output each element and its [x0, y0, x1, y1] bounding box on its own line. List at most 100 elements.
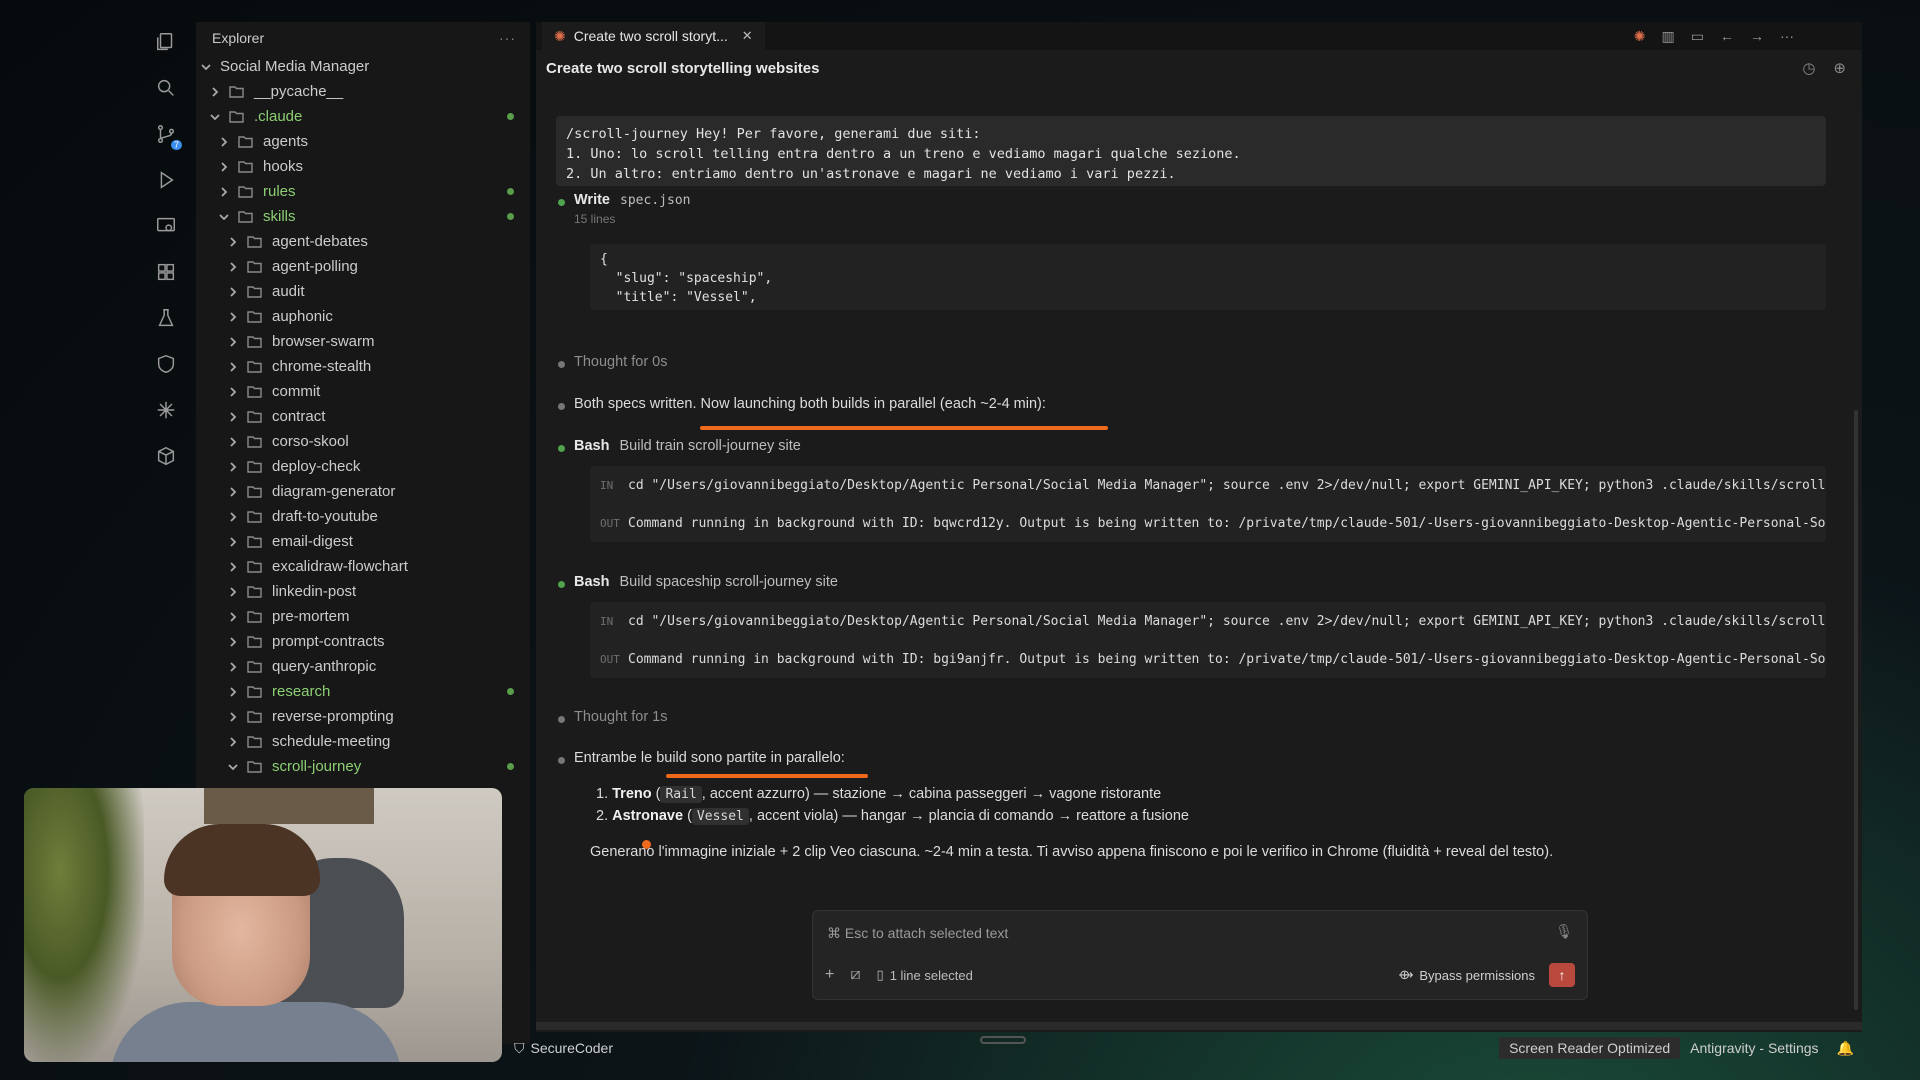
bypass-permissions-toggle[interactable]: ⟴ Bypass permissions — [1398, 967, 1535, 983]
tree-item[interactable]: agents — [196, 129, 530, 154]
chevron-right-icon[interactable] — [227, 536, 239, 548]
tree-item[interactable]: commit — [196, 379, 530, 404]
new-chat-icon[interactable]: ⊕ — [1833, 59, 1846, 77]
chevron-right-icon[interactable] — [227, 411, 239, 423]
tree-item[interactable]: schedule-meeting — [196, 729, 530, 754]
chevron-right-icon[interactable] — [227, 736, 239, 748]
chevron-right-icon[interactable] — [227, 361, 239, 373]
package-icon[interactable] — [154, 444, 178, 468]
tool-file: spec.json — [620, 193, 691, 208]
chevron-right-icon[interactable] — [227, 436, 239, 448]
chevron-right-icon[interactable] — [227, 386, 239, 398]
chevron-right-icon[interactable] — [227, 236, 239, 248]
back-icon[interactable]: ← — [1720, 28, 1734, 44]
tree-item[interactable]: contract — [196, 404, 530, 429]
chevron-right-icon[interactable] — [227, 336, 239, 348]
chevron-right-icon[interactable] — [227, 636, 239, 648]
forward-icon[interactable]: → — [1750, 28, 1764, 44]
explorer-header: Explorer ··· — [196, 22, 530, 54]
tree-item[interactable]: linkedin-post — [196, 579, 530, 604]
chevron-right-icon[interactable] — [209, 86, 221, 98]
chevron-right-icon[interactable] — [227, 486, 239, 498]
more-icon[interactable]: ··· — [1780, 28, 1794, 44]
screen-reader-status[interactable]: Screen Reader Optimized — [1499, 1037, 1681, 1059]
chevron-right-icon[interactable] — [218, 186, 230, 198]
tree-item[interactable]: skills — [196, 204, 530, 229]
tree-item[interactable]: email-digest — [196, 529, 530, 554]
split-editor-icon[interactable]: ▥ — [1662, 28, 1675, 45]
search-icon[interactable] — [154, 76, 178, 100]
chevron-right-icon[interactable] — [227, 611, 239, 623]
tree-item[interactable]: audit — [196, 279, 530, 304]
tree-item[interactable]: diagram-generator — [196, 479, 530, 504]
tree-item[interactable]: query-anthropic — [196, 654, 530, 679]
tree-item[interactable]: Social Media Manager — [196, 54, 530, 79]
files-icon[interactable] — [154, 30, 178, 54]
tree-item[interactable]: agent-polling — [196, 254, 530, 279]
microphone-icon[interactable]: 🎙 — [1555, 923, 1573, 940]
chevron-right-icon[interactable] — [227, 661, 239, 673]
bell-icon[interactable]: 🔔 — [1829, 1037, 1862, 1060]
tree-item[interactable]: rules — [196, 179, 530, 204]
chevron-down-icon[interactable] — [227, 761, 239, 773]
tree-item[interactable]: excalidraw-flowchart — [196, 554, 530, 579]
tree-item[interactable]: hooks — [196, 154, 530, 179]
run-debug-icon[interactable] — [154, 168, 178, 192]
layout-icon[interactable]: ▭ — [1691, 28, 1704, 45]
claude-spark-icon[interactable]: ✺ — [1634, 28, 1646, 45]
folder-icon — [247, 410, 262, 423]
thought-step[interactable]: Thought for 0s — [558, 354, 668, 370]
thought-step[interactable]: Thought for 1s — [558, 709, 668, 725]
tree-item[interactable]: chrome-stealth — [196, 354, 530, 379]
close-tab-icon[interactable]: ✕ — [742, 28, 753, 44]
chevron-right-icon[interactable] — [218, 161, 230, 173]
horizontal-scrollbar[interactable] — [536, 1022, 1862, 1030]
tree-item[interactable]: pre-mortem — [196, 604, 530, 629]
remote-explorer-icon[interactable] — [154, 214, 178, 238]
chevron-down-icon[interactable] — [200, 61, 212, 73]
chevron-right-icon[interactable] — [227, 686, 239, 698]
extensions-icon[interactable] — [154, 260, 178, 284]
more-actions-icon[interactable]: ··· — [499, 30, 516, 46]
folder-icon — [247, 610, 262, 623]
history-icon[interactable]: ◷ — [1802, 59, 1815, 77]
tree-item[interactable]: reverse-prompting — [196, 704, 530, 729]
chat-input[interactable] — [827, 923, 1527, 943]
send-button[interactable]: ↑ — [1549, 963, 1575, 987]
add-attachment-icon[interactable]: + — [825, 966, 834, 984]
chevron-right-icon[interactable] — [218, 136, 230, 148]
selection-chip[interactable]: ▯ 1 line selected — [877, 967, 973, 983]
tree-item[interactable]: research — [196, 679, 530, 704]
tree-item[interactable]: .claude — [196, 104, 530, 129]
chevron-right-icon[interactable] — [227, 511, 239, 523]
shield-icon[interactable] — [154, 352, 178, 376]
status-securecoder[interactable]: ⛉ SecureCoder — [514, 1040, 613, 1057]
tree-item[interactable]: auphonic — [196, 304, 530, 329]
chevron-right-icon[interactable] — [227, 311, 239, 323]
chevron-right-icon[interactable] — [227, 461, 239, 473]
tab-chat[interactable]: ✺ Create two scroll storyt... ✕ — [542, 22, 765, 50]
folder-icon — [247, 535, 262, 548]
chevron-down-icon[interactable] — [218, 211, 230, 223]
chevron-right-icon[interactable] — [227, 561, 239, 573]
tree-item[interactable]: prompt-contracts — [196, 629, 530, 654]
chevron-down-icon[interactable] — [209, 111, 221, 123]
chevron-right-icon[interactable] — [227, 711, 239, 723]
tree-item[interactable]: draft-to-youtube — [196, 504, 530, 529]
vertical-scrollbar[interactable] — [1854, 410, 1858, 1010]
tree-item[interactable]: __pycache__ — [196, 79, 530, 104]
slash-command-icon[interactable]: ⧄ — [850, 966, 860, 984]
chevron-right-icon[interactable] — [227, 586, 239, 598]
tree-item[interactable]: browser-swarm — [196, 329, 530, 354]
tree-item[interactable]: agent-debates — [196, 229, 530, 254]
tree-item[interactable]: scroll-journey — [196, 754, 530, 779]
chevron-right-icon[interactable] — [227, 286, 239, 298]
tree-item[interactable]: corso-skool — [196, 429, 530, 454]
tree-item-label: browser-swarm — [272, 333, 375, 350]
chevron-right-icon[interactable] — [227, 261, 239, 273]
source-control-icon[interactable]: 7 — [154, 122, 182, 150]
tree-item[interactable]: deploy-check — [196, 454, 530, 479]
settings-status[interactable]: Antigravity - Settings — [1680, 1037, 1828, 1059]
claude-icon[interactable] — [154, 398, 178, 422]
testing-icon[interactable] — [154, 306, 178, 330]
